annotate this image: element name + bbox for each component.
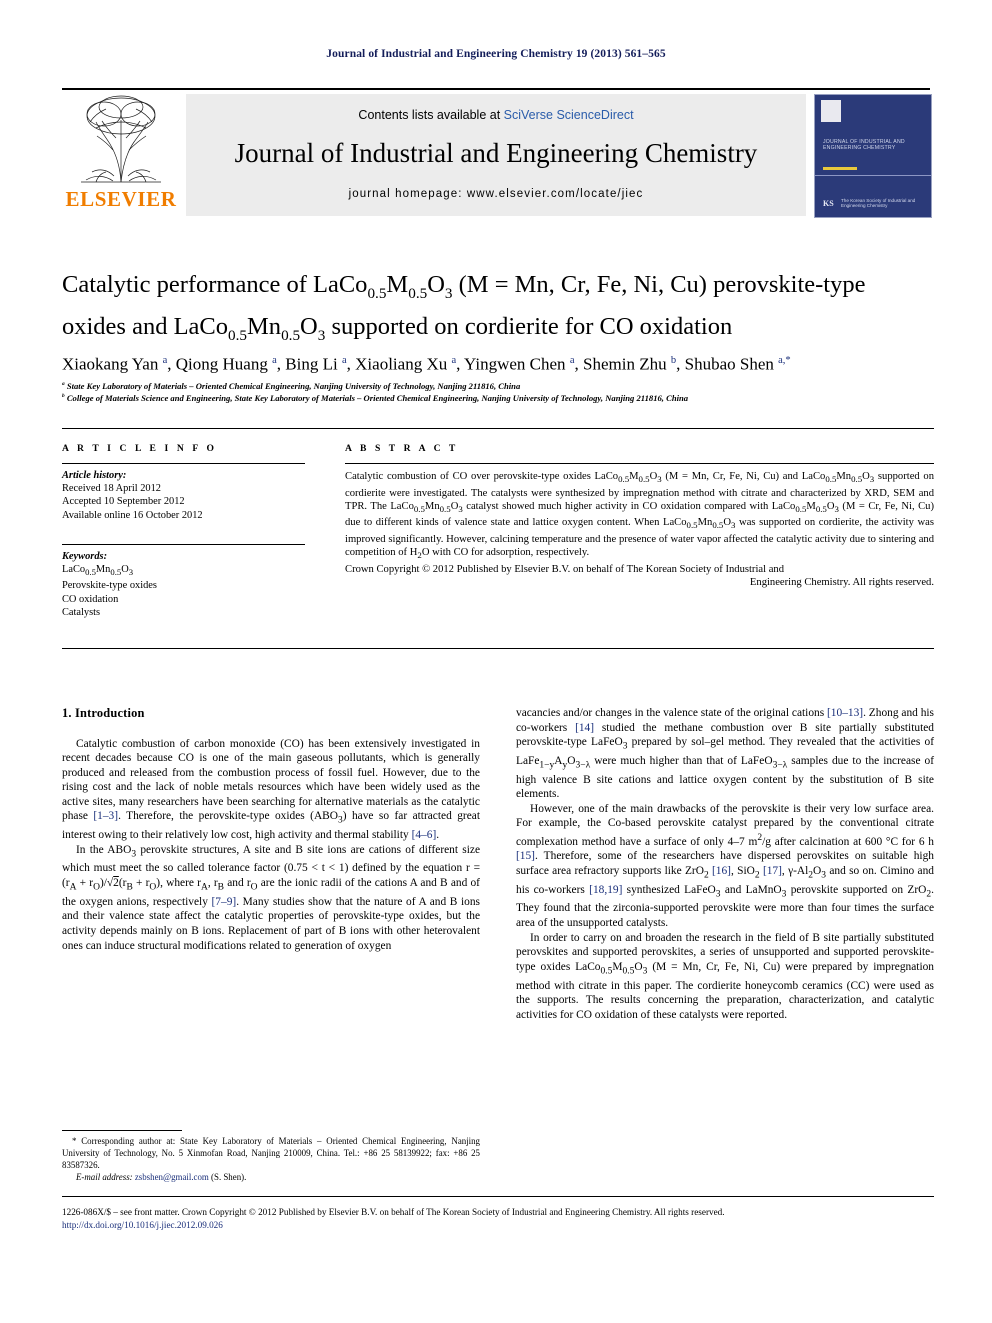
cover-society-logo-icon: KS <box>823 199 834 208</box>
abstract-section: A B S T R A C T Catalytic combustion of … <box>345 443 934 590</box>
issn-copyright-line: 1226-086X/$ – see front matter. Crown Co… <box>62 1207 725 1217</box>
title-sub-4: 0.5 <box>228 326 248 344</box>
title-part-8: supported on cordierite for CO oxidation <box>325 312 733 340</box>
elsevier-wordmark: ELSEVIER <box>65 187 177 211</box>
abstract-text: Catalytic combustion of CO over perovski… <box>345 471 935 561</box>
citation-7-9[interactable]: [7–9] <box>212 896 237 908</box>
affiliation-b-text: College of Materials Science and Enginee… <box>66 392 689 403</box>
abstract-heading: A B S T R A C T <box>345 443 459 454</box>
panel-bottom-rule <box>62 648 934 649</box>
body-column-right: vacancies and/or changes in the valence … <box>516 706 934 1022</box>
keywords-label: Keywords: <box>62 550 108 562</box>
title-part-2: M <box>386 271 409 298</box>
title-part-7: O <box>300 312 318 340</box>
citation-17[interactable]: [17] <box>763 865 782 877</box>
title-sub-2: 0.5 <box>408 284 428 302</box>
corresponding-author-line: * Corresponding author at: State Key Lab… <box>62 1136 480 1170</box>
citation-15[interactable]: [15] <box>516 850 535 862</box>
contents-available-line: Contents lists available at SciVerse Sci… <box>186 108 806 122</box>
elsevier-logo: ELSEVIER <box>62 94 180 216</box>
paper-page: Journal of Industrial and Engineering Ch… <box>0 0 992 1323</box>
journal-homepage-link[interactable]: journal homepage: www.elsevier.com/locat… <box>186 188 806 200</box>
title-part-6: Mn <box>247 312 282 340</box>
doi-link[interactable]: http://dx.doi.org/10.1016/j.jiec.2012.09… <box>62 1219 942 1232</box>
abstract-copyright: Crown Copyright © 2012 Published by Else… <box>345 563 934 590</box>
paragraph-intro-1: Catalytic combustion of carbon monoxide … <box>62 737 480 842</box>
citation-4-6[interactable]: [4–6] <box>412 829 437 841</box>
cover-title-text: JOURNAL OF INDUSTRIAL AND ENGINEERING CH… <box>823 139 905 152</box>
contents-prefix: Contents lists available at <box>358 108 504 122</box>
article-info-rule-1 <box>62 463 305 464</box>
corresponding-author-footnote: * Corresponding author at: State Key Lab… <box>62 1130 480 1184</box>
article-history-label: Article history: <box>62 470 127 481</box>
citation-1-3[interactable]: [1–3] <box>93 810 118 822</box>
affiliation-a-text: State Key Laboratory of Materials – Orie… <box>66 380 521 391</box>
keyword-item-4: Catalysts <box>62 606 101 618</box>
article-history-block: Article history: Received 18 April 2012 … <box>62 469 307 522</box>
copyright-line-2: Engineering Chemistry. All rights reserv… <box>749 577 934 589</box>
article-info-section: A R T I C L E I N F O Article history: R… <box>62 443 307 619</box>
footnote-text: * Corresponding author at: State Key Lab… <box>62 1136 480 1184</box>
email-address-link[interactable]: zsbshen@gmail.com <box>135 1172 209 1182</box>
copyright-line-1: Crown Copyright © 2012 Published by Else… <box>345 563 784 575</box>
panel-top-rule <box>62 428 934 429</box>
history-available-online: Available online 16 October 2012 <box>62 509 203 521</box>
title-part-3: O <box>427 271 445 298</box>
title-part-5: oxides and LaCo <box>62 312 229 340</box>
article-info-rule-2 <box>62 543 305 545</box>
email-line: E-mail address: zsbshen@gmail.com (S. Sh… <box>62 1172 480 1184</box>
cover-accent-bar <box>823 167 857 170</box>
cover-divider <box>815 175 931 176</box>
journal-title: Journal of Industrial and Engineering Ch… <box>234 138 758 168</box>
sciencedirect-link[interactable]: SciVerse ScienceDirect <box>504 108 634 122</box>
cover-corner-mark <box>821 100 841 122</box>
abstract-rule <box>345 463 934 464</box>
paper-title: Catalytic performance of LaCo0.5M0.5O3 (… <box>62 268 934 352</box>
citation-16[interactable]: [16] <box>712 865 731 877</box>
elsevier-tree-icon <box>66 94 176 186</box>
page-footer: 1226-086X/$ – see front matter. Crown Co… <box>62 1206 942 1233</box>
section-heading-introduction: 1. Introduction <box>62 706 145 720</box>
keywords-block: Keywords: LaCo0.5Mn0.5O3 Perovskite-type… <box>62 550 307 619</box>
history-received: Received 18 April 2012 <box>62 483 161 495</box>
citation-18-19[interactable]: [18,19] <box>589 884 622 896</box>
journal-cover-thumbnail: JOURNAL OF INDUSTRIAL AND ENGINEERING CH… <box>814 94 932 218</box>
paragraph-intro-2: In the ABO3 perovskite structures, A sit… <box>62 843 480 952</box>
citation-14[interactable]: [14] <box>575 722 594 734</box>
running-head: Journal of Industrial and Engineering Ch… <box>326 48 666 60</box>
title-part-1: Catalytic performance of LaCo <box>62 271 368 298</box>
paragraph-intro-2-continued: vacancies and/or changes in the valence … <box>516 707 934 801</box>
article-info-heading: A R T I C L E I N F O <box>62 443 218 454</box>
history-accepted: Accepted 10 September 2012 <box>62 496 185 508</box>
title-part-4: (M = Mn, Cr, Fe, Ni, Cu) perovskite-type <box>452 271 866 298</box>
author-list: Xiaokang Yan a, Qiong Huang a, Bing Li a… <box>62 354 791 374</box>
cover-society-text: The Korean Society of Industrial and Eng… <box>841 197 916 209</box>
citation-10-13[interactable]: [10–13] <box>827 707 863 719</box>
body-column-left: 1. Introduction Catalytic combustion of … <box>62 706 480 953</box>
journal-masthead: ELSEVIER Contents lists available at Sci… <box>62 88 932 218</box>
email-suffix: (S. Shen). <box>211 1172 247 1183</box>
paragraph-intro-3: However, one of the main drawbacks of th… <box>516 802 934 930</box>
footnote-rule <box>62 1130 182 1131</box>
title-sub-5: 0.5 <box>281 326 301 344</box>
keyword-item-2: Perovskite-type oxides <box>62 580 157 592</box>
title-sub-3: 3 <box>444 284 453 302</box>
title-sub-1: 0.5 <box>367 284 387 302</box>
keyword-item-1: LaCo0.5Mn0.5O3 <box>62 564 134 578</box>
paragraph-intro-4: In order to carry on and broaden the res… <box>516 931 935 1021</box>
email-label: E-mail address: <box>76 1172 133 1183</box>
masthead-top-rule <box>62 88 930 90</box>
masthead-center-panel: Contents lists available at SciVerse Sci… <box>186 94 806 216</box>
affiliation-b: b College of Materials Science and Engin… <box>62 392 689 403</box>
footer-rule <box>62 1196 934 1197</box>
keyword-item-3: CO oxidation <box>62 593 119 605</box>
